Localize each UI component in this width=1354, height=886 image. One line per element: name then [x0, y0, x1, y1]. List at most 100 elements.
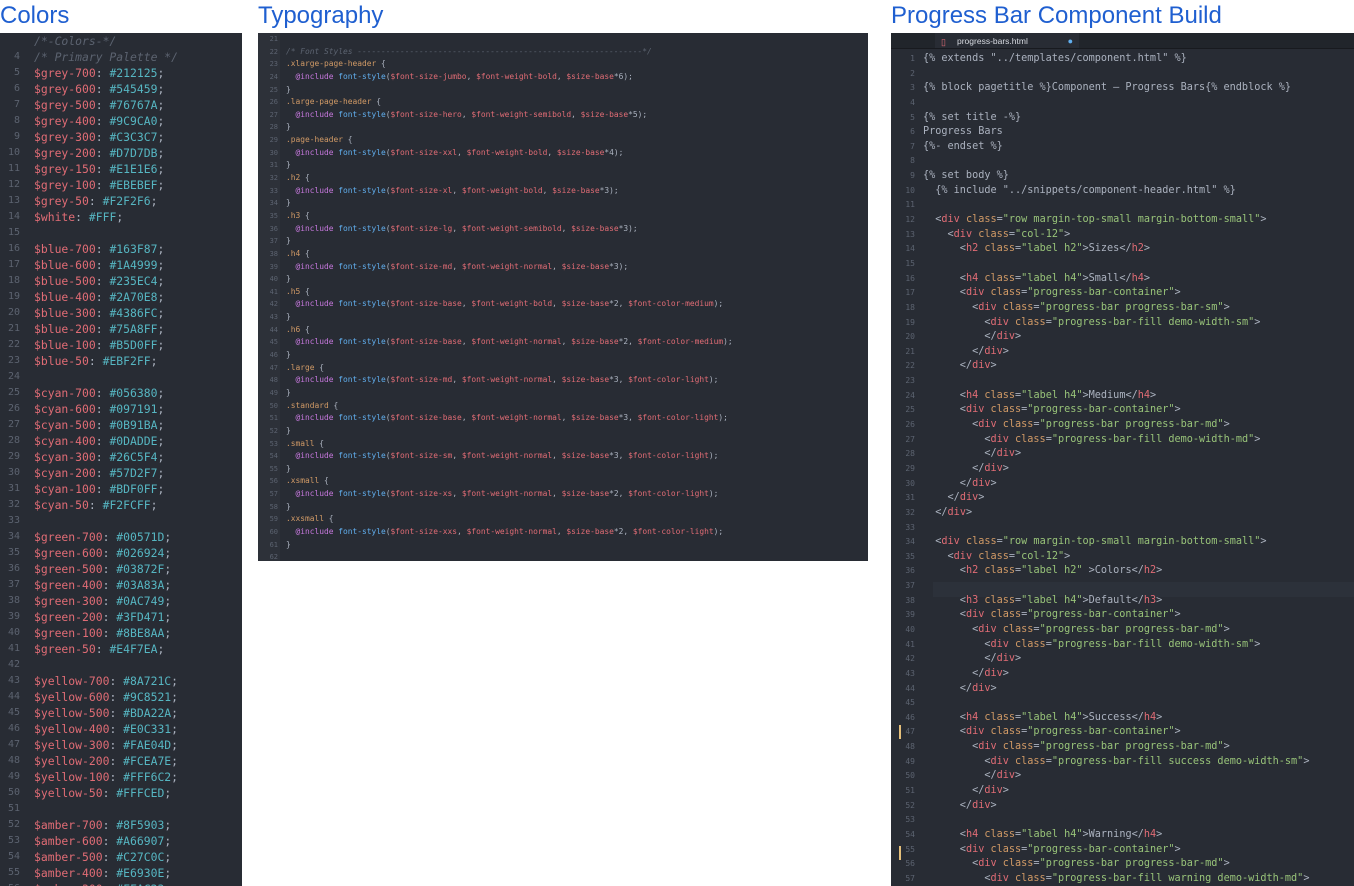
code-token: div [996, 653, 1016, 665]
code-token: $font-color-light [632, 526, 714, 536]
code-token: $blue-400 [34, 290, 96, 304]
code-token: < [923, 872, 991, 884]
line-number: 50 [269, 401, 278, 410]
code-token: , [552, 261, 562, 271]
line-number: 2 [910, 68, 915, 78]
line-number [0, 33, 34, 49]
code-token: #76767A [109, 98, 158, 112]
code-token: h4 [965, 272, 979, 284]
line-number: 12 [7, 179, 20, 190]
code-token: $font-size-base [390, 413, 462, 423]
line-number: 11 [905, 200, 915, 210]
code-token: ; [150, 498, 158, 512]
code-token: div [972, 799, 991, 811]
code-token: $grey-600 [34, 82, 96, 96]
code-token: : [95, 114, 110, 128]
code-token: } [286, 463, 291, 473]
line-number: 38 [269, 249, 278, 258]
code-text: <div class="progress-bar progress-bar-sm… [923, 301, 1354, 316]
code-token: #545459 [109, 82, 158, 96]
progress-code-editor[interactable]: ▯ progress-bars.html ● 1 {% extends "../t… [891, 33, 1354, 886]
code-token: $size-base [571, 223, 619, 233]
code-line: 33 [891, 521, 1354, 536]
code-token: : [95, 146, 110, 160]
code-token: "progress-bar-container" [1027, 609, 1175, 621]
code-token: : [102, 594, 117, 608]
code-token: > [1254, 316, 1261, 328]
code-text: $blue-400: #2A70E8; [34, 289, 242, 305]
code-line: 49} [258, 387, 868, 400]
line-number: 5 [13, 67, 20, 78]
code-token: .h5 [286, 286, 301, 296]
line-number: 13 [7, 195, 20, 206]
code-text: {% extends "../templates/component.html"… [923, 52, 1354, 67]
code-token: : [95, 322, 110, 336]
code-line: 62 [258, 551, 868, 561]
code-token: div [972, 682, 991, 694]
code-token: , [452, 261, 462, 271]
code-token: : [95, 482, 110, 496]
line-number: 52 [269, 426, 278, 435]
code-token: , [571, 109, 581, 119]
code-token: div [990, 433, 1009, 445]
code-line: 28 </div> [891, 447, 1354, 462]
code-token: > [1015, 770, 1022, 782]
code-token: ; [157, 642, 165, 656]
progress-code-lines: 1 {% extends "../templates/component.html… [891, 52, 1354, 886]
line-number: 51 [7, 803, 20, 814]
code-text: <div class="progress-bar-container"> [923, 843, 1354, 858]
modified-dot-icon[interactable]: ● [1068, 33, 1073, 49]
line-number: 47 [269, 363, 278, 372]
code-line: 13 <div class="col-12"> [891, 228, 1354, 243]
code-token: $yellow-200 [34, 754, 110, 768]
code-token: , [466, 71, 477, 81]
code-line: 3 {% block pagetitle %}Component – Progre… [891, 81, 1354, 96]
code-text: } [286, 349, 868, 362]
code-token: @include [286, 147, 339, 157]
line-number: 23 [905, 376, 915, 386]
typography-code-editor[interactable]: 21 22 /* Font Styles ---------------------… [258, 33, 868, 561]
line-number: 35 [7, 547, 20, 558]
code-token: .h3 [286, 210, 301, 220]
code-token: .h2 [286, 173, 301, 183]
code-text: $cyan-500: #0B91BA; [34, 417, 242, 433]
code-token: : [95, 450, 110, 464]
code-token: *2, [618, 337, 638, 347]
code-token: $green-700 [34, 530, 103, 544]
code-token: ; [150, 194, 158, 208]
code-token: $font-size-xl [390, 185, 453, 195]
code-text: $cyan-100: #BDF0FF; [34, 481, 242, 497]
colors-code-editor[interactable]: /*-Colors-*/ 4 /* Primary Palette */ 5 $grey… [0, 33, 242, 886]
code-token: </ [923, 492, 960, 504]
code-line: 23 .xlarge-page-header { [258, 58, 868, 71]
code-token: ); [708, 489, 719, 499]
code-token: </ [923, 477, 973, 489]
code-text: .h6 { [286, 324, 868, 337]
code-token: div [965, 404, 985, 416]
code-token: { [300, 210, 310, 220]
code-line: 6 $grey-600: #545459; [0, 81, 242, 97]
code-line: 42 [0, 657, 242, 673]
code-token: > [1174, 609, 1181, 621]
code-token: $font-size-sm [390, 451, 453, 461]
code-token: *3); [609, 261, 629, 271]
code-line: 35 <div class="col-12"> [891, 550, 1354, 565]
colors-panel-title: Colors [0, 2, 70, 29]
tab-progress-bars-html[interactable]: ▯ progress-bars.html ● [935, 33, 1079, 49]
code-text: @include font-style($font-size-jumbo, $f… [286, 71, 868, 84]
code-text: <div class="progress-bar progress-bar-md… [923, 740, 1354, 755]
line-number: 47 [905, 727, 915, 737]
code-token: > [1143, 272, 1151, 284]
code-token: class [984, 404, 1022, 416]
line-number: 4 [910, 97, 915, 107]
code-token: $green-300 [34, 594, 103, 608]
code-text: } [286, 463, 868, 476]
line-number: 37 [905, 581, 915, 591]
code-line: 40} [258, 273, 868, 286]
code-token: $grey-400 [34, 114, 96, 128]
line-number: 3 [910, 83, 915, 93]
code-line: 18 <div class="progress-bar progress-bar… [891, 301, 1354, 316]
line-number: 30 [7, 467, 20, 478]
